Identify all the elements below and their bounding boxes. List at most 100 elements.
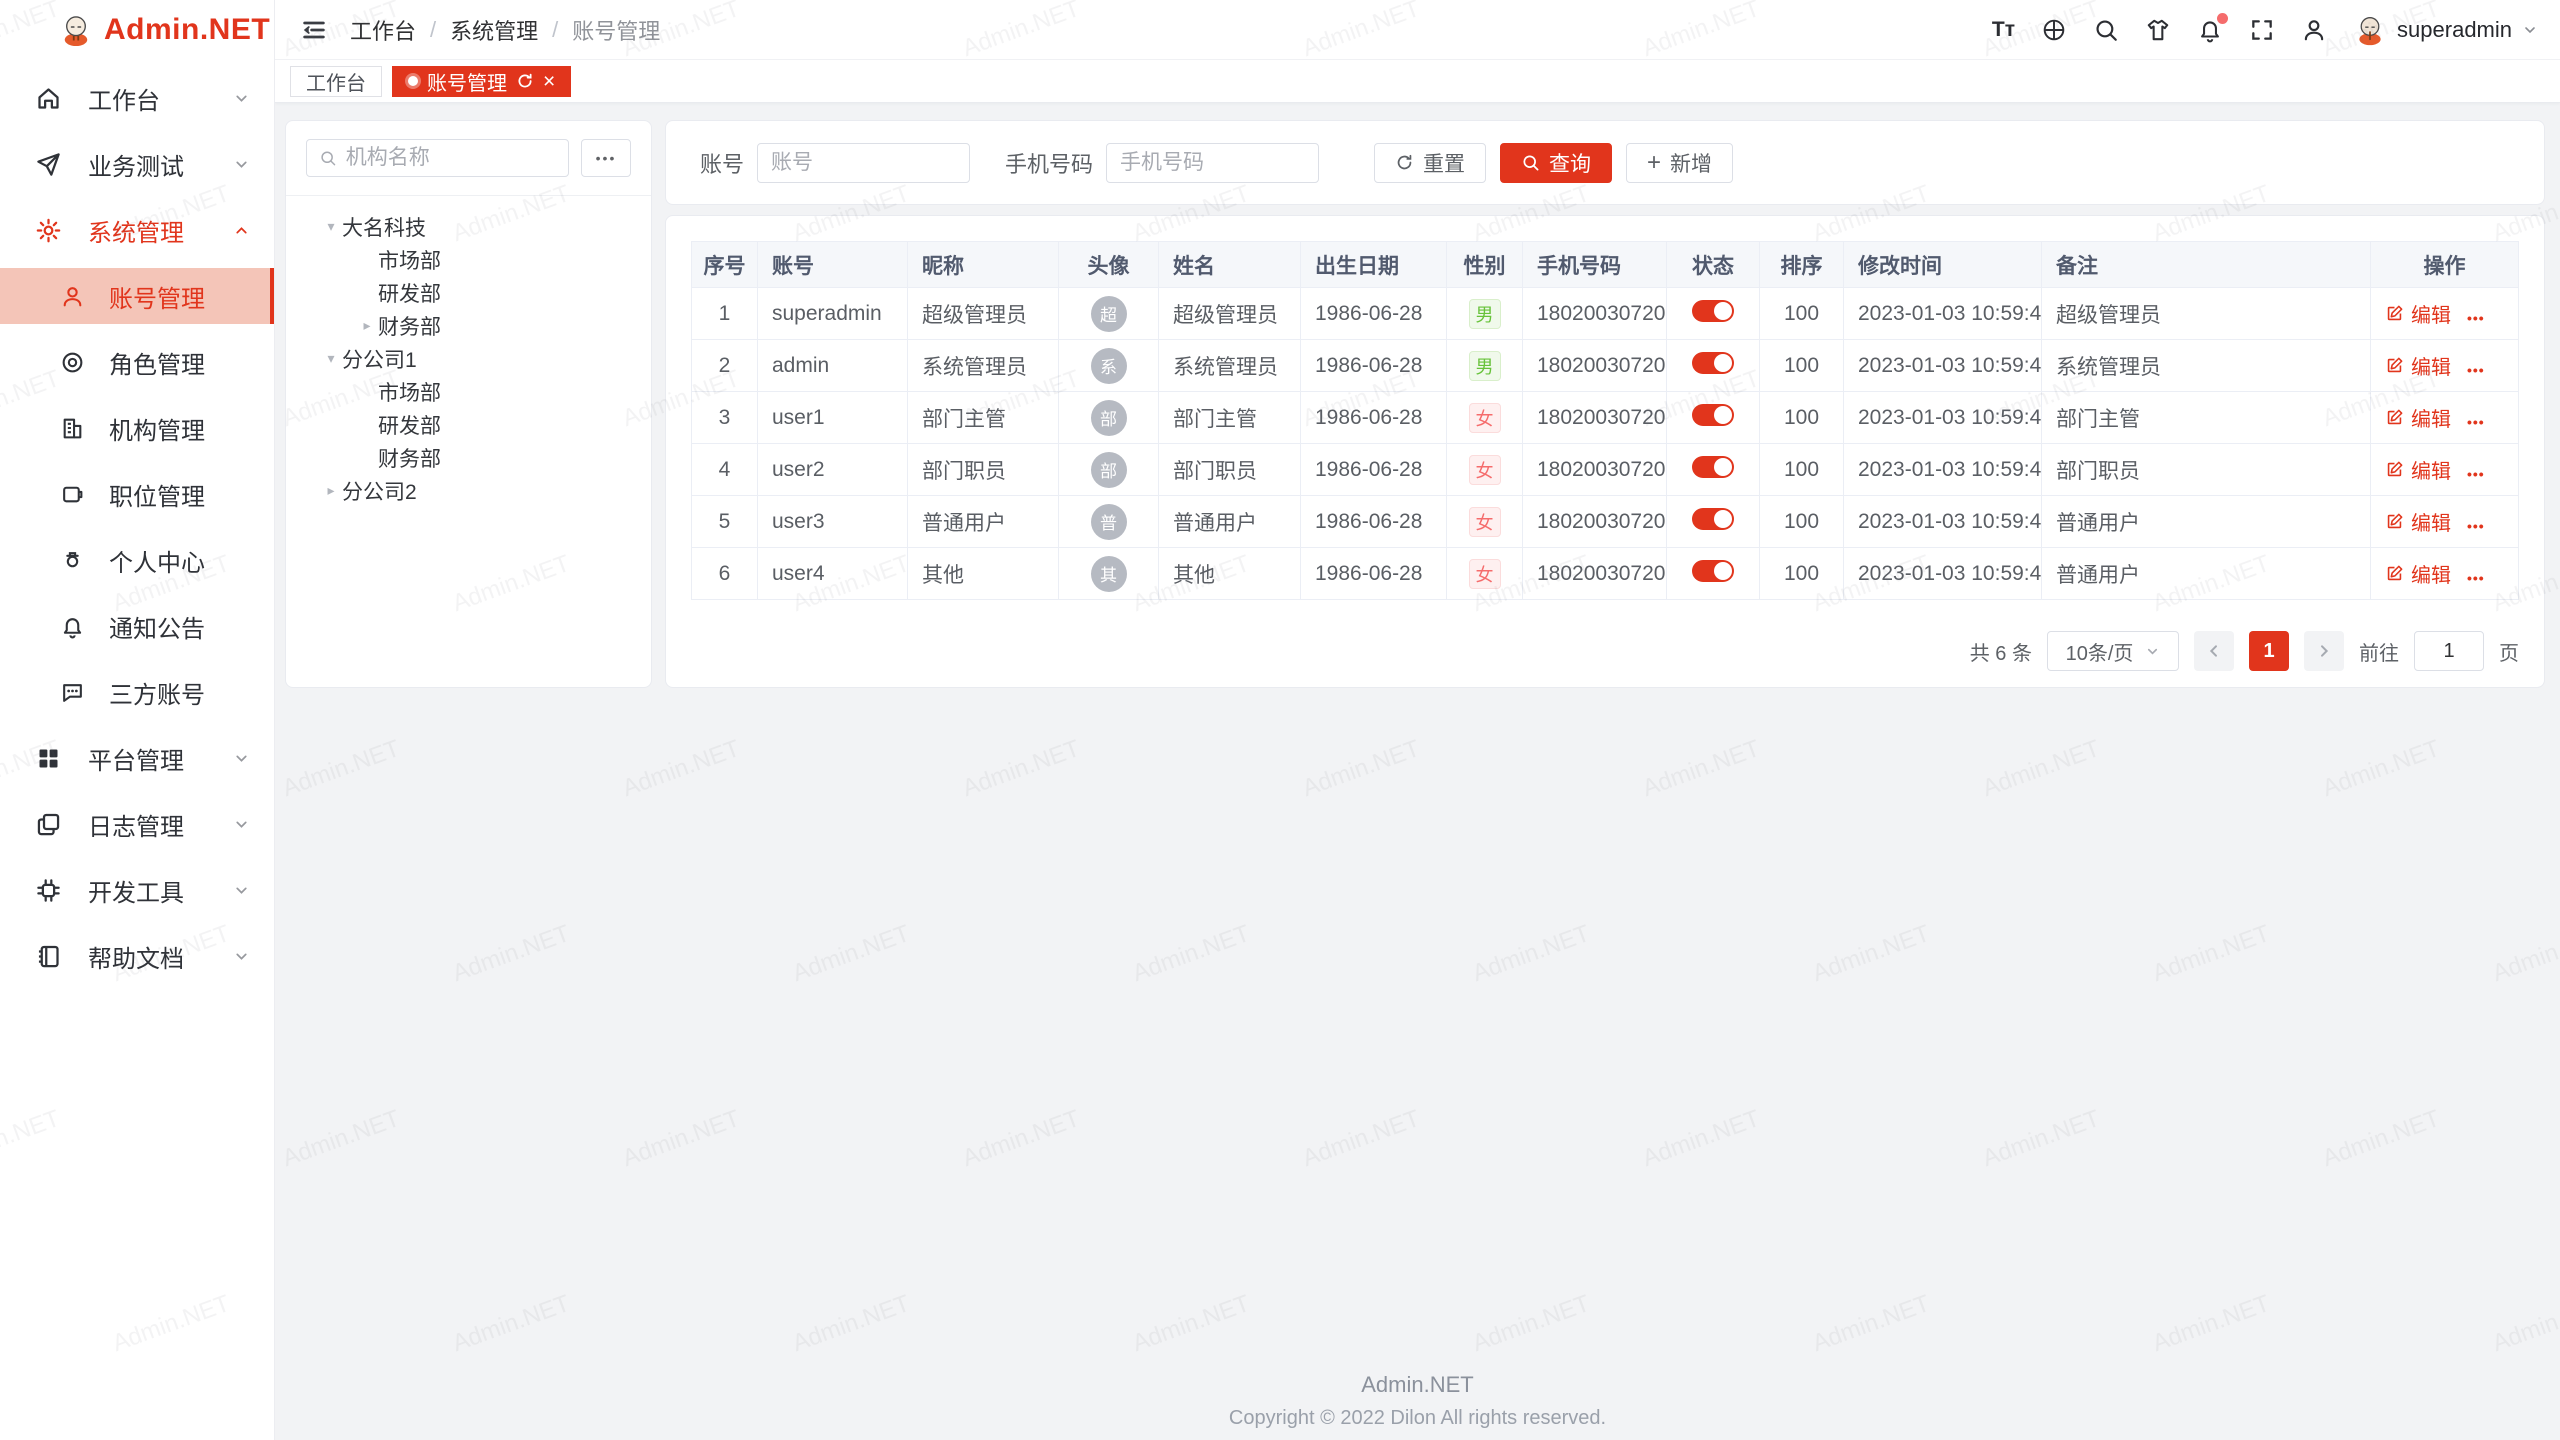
gender-badge: 女 (1469, 455, 1501, 485)
table-row: 6 user4 其他 其 其他 1986-06-28 女 18020030720… (692, 548, 2519, 600)
badge-icon (60, 482, 85, 507)
fullscreen-icon[interactable] (2249, 17, 2275, 43)
avatar: 系 (1091, 348, 1127, 384)
chevron-down-icon (2522, 22, 2538, 38)
caret-right-icon[interactable]: ▸ (320, 482, 342, 499)
status-toggle[interactable] (1692, 404, 1734, 426)
edit-button[interactable]: 编辑 (2385, 455, 2451, 484)
chevron-down-icon (233, 750, 250, 767)
row-more-button[interactable]: ••• (2467, 362, 2485, 378)
row-more-button[interactable]: ••• (2467, 310, 2485, 326)
sidebar-item-notice[interactable]: 通知公告 (0, 598, 274, 654)
org-tree: ▾大名科技 市场部 研发部 ▸财务部 ▾分公司1 市场部 研发部 财务部 ▸分公… (306, 210, 631, 507)
font-size-icon[interactable]: Tт (1992, 17, 2015, 43)
footer: Admin.NET Copyright © 2022 Dilon All rig… (275, 1372, 2560, 1430)
tab-account-management[interactable]: 账号管理 × (392, 66, 571, 97)
goto-page-input[interactable] (2414, 631, 2484, 671)
sidebar-item-devtools[interactable]: 开发工具 (0, 862, 274, 918)
row-more-button[interactable]: ••• (2467, 466, 2485, 482)
sidebar-item-workbench[interactable]: 工作台 (0, 70, 274, 126)
row-more-button[interactable]: ••• (2467, 518, 2485, 534)
plus-icon: + (1647, 151, 1661, 175)
breadcrumb-item[interactable]: 系统管理 (450, 14, 538, 46)
status-toggle[interactable] (1692, 300, 1734, 322)
prev-page-button[interactable] (2194, 631, 2234, 671)
sidebar-item-account[interactable]: 账号管理 (0, 268, 274, 324)
sidebar-item-role[interactable]: 角色管理 (0, 334, 274, 390)
status-toggle[interactable] (1692, 508, 1734, 530)
tree-node[interactable]: ▾大名科技 (306, 210, 631, 243)
page-size-select[interactable]: 10条/页 (2047, 631, 2179, 671)
avatar: 其 (1091, 556, 1127, 592)
edit-button[interactable]: 编辑 (2385, 299, 2451, 328)
home-icon (35, 85, 62, 112)
search-icon[interactable] (2093, 17, 2119, 43)
current-page-button[interactable]: 1 (2249, 631, 2289, 671)
refresh-tab-icon[interactable] (516, 72, 534, 90)
chevron-down-icon (233, 90, 250, 107)
gender-badge: 男 (1469, 299, 1501, 329)
tree-node[interactable]: 市场部 (306, 243, 631, 276)
collapse-menu-icon[interactable] (300, 16, 328, 44)
table-header-row: 序号 账号 昵称 头像 姓名 出生日期 性别 手机号码 状态 排序 修改时间 备… (692, 242, 2519, 288)
caret-down-icon[interactable]: ▾ (320, 218, 342, 235)
logo[interactable]: Admin.NET (0, 0, 274, 60)
sidebar-item-thirdparty[interactable]: 三方账号 (0, 664, 274, 720)
close-tab-icon[interactable]: × (543, 71, 555, 92)
tree-node[interactable]: 市场部 (306, 375, 631, 408)
table-row: 1 superadmin 超级管理员 超 超级管理员 1986-06-28 男 … (692, 288, 2519, 340)
sidebar-item-log[interactable]: 日志管理 (0, 796, 274, 852)
add-button[interactable]: + 新增 (1626, 143, 1733, 183)
sidebar-item-help[interactable]: 帮助文档 (0, 928, 274, 984)
tab-workbench[interactable]: 工作台 (290, 66, 382, 97)
bell-icon (60, 614, 85, 639)
user-menu[interactable]: superadmin (2353, 13, 2538, 47)
status-toggle[interactable] (1692, 456, 1734, 478)
sidebar-item-org[interactable]: 机构管理 (0, 400, 274, 456)
row-more-button[interactable]: ••• (2467, 570, 2485, 586)
edit-button[interactable]: 编辑 (2385, 507, 2451, 536)
tree-node[interactable]: 研发部 (306, 408, 631, 441)
sidebar-item-platform[interactable]: 平台管理 (0, 730, 274, 786)
phone-input[interactable] (1106, 143, 1319, 183)
notification-bell-icon[interactable] (2197, 17, 2223, 43)
divider (286, 195, 651, 196)
breadcrumb-item[interactable]: 工作台 (350, 14, 416, 46)
query-button[interactable]: 查询 (1500, 143, 1612, 183)
table-panel: 序号 账号 昵称 头像 姓名 出生日期 性别 手机号码 状态 排序 修改时间 备… (665, 215, 2545, 688)
tree-node[interactable]: ▾分公司1 (306, 342, 631, 375)
edit-button[interactable]: 编辑 (2385, 351, 2451, 380)
edit-icon (2385, 356, 2404, 375)
tree-more-button[interactable]: ••• (581, 139, 631, 177)
person-hat-icon (60, 548, 85, 573)
edit-button[interactable]: 编辑 (2385, 559, 2451, 588)
sidebar-group-system[interactable]: 系统管理 (0, 202, 274, 258)
theme-skin-icon[interactable] (2145, 17, 2171, 43)
edit-button[interactable]: 编辑 (2385, 403, 2451, 432)
org-search-input[interactable] (346, 146, 556, 170)
chevron-down-icon (233, 156, 250, 173)
status-toggle[interactable] (1692, 352, 1734, 374)
send-icon (35, 151, 62, 178)
caret-right-icon[interactable]: ▸ (356, 317, 378, 334)
tree-node[interactable]: 研发部 (306, 276, 631, 309)
breadcrumb-item-current: 账号管理 (572, 14, 660, 46)
filter-panel: 账号 手机号码 重置 查询 + 新增 (665, 120, 2545, 205)
sidebar-item-business-test[interactable]: 业务测试 (0, 136, 274, 192)
gender-badge: 女 (1469, 403, 1501, 433)
tree-node[interactable]: 财务部 (306, 441, 631, 474)
caret-down-icon[interactable]: ▾ (320, 350, 342, 367)
sidebar-item-profile[interactable]: 个人中心 (0, 532, 274, 588)
status-toggle[interactable] (1692, 560, 1734, 582)
account-input[interactable] (757, 143, 970, 183)
row-more-button[interactable]: ••• (2467, 414, 2485, 430)
chat-icon (60, 680, 85, 705)
reset-button[interactable]: 重置 (1374, 143, 1486, 183)
tree-node[interactable]: ▸分公司2 (306, 474, 631, 507)
next-page-button[interactable] (2304, 631, 2344, 671)
sidebar-item-position[interactable]: 职位管理 (0, 466, 274, 522)
person-icon[interactable] (2301, 17, 2327, 43)
tree-node[interactable]: ▸财务部 (306, 309, 631, 342)
language-icon[interactable] (2041, 17, 2067, 43)
edit-icon (2385, 408, 2404, 427)
